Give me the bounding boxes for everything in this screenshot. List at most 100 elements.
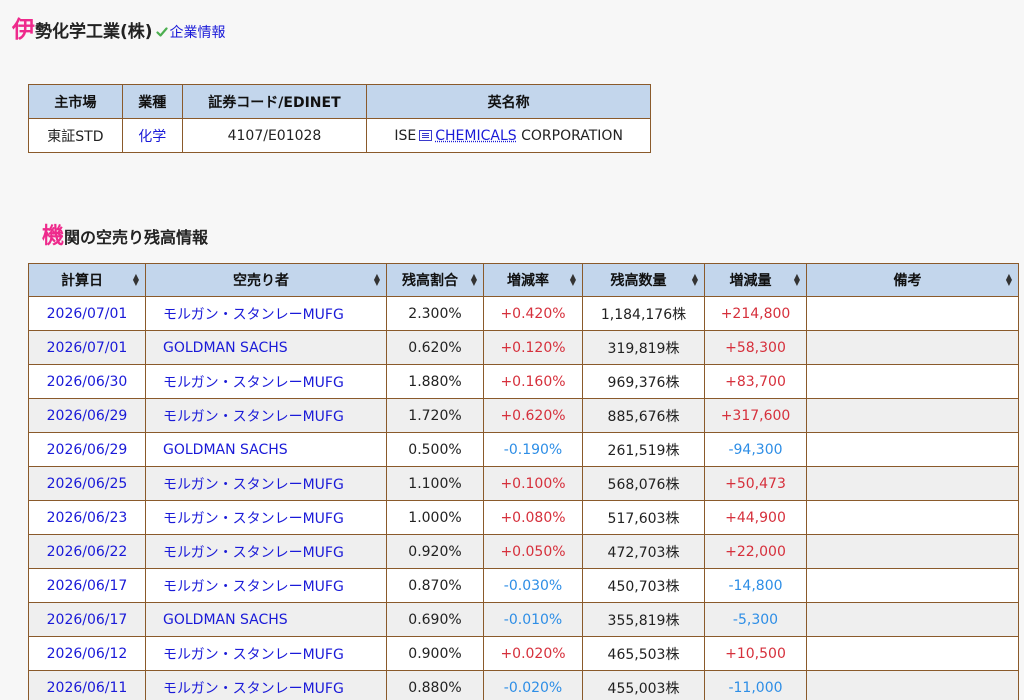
rate-cell: +0.160% — [483, 364, 583, 399]
market-value: 東証STD — [28, 118, 123, 153]
seller-cell[interactable]: GOLDMAN SACHS — [145, 602, 387, 637]
note-cell — [806, 296, 1019, 331]
calc-date-cell[interactable]: 2026/06/25 — [28, 466, 146, 501]
ratio-cell: 0.690% — [386, 602, 484, 637]
note-cell — [806, 500, 1019, 535]
ratio-cell: 1.000% — [386, 500, 484, 535]
header-note[interactable]: 備考 ▲ ▼ — [806, 263, 1019, 297]
code-value: 4107/E01028 — [181, 118, 368, 153]
change-cell: -5,300 — [704, 602, 807, 637]
quantity-cell: 517,603株 — [582, 500, 705, 535]
english-name-link[interactable]: CHEMICALS — [435, 128, 516, 144]
calc-date-cell[interactable]: 2026/06/17 — [28, 568, 146, 603]
table-row: 2026/06/25 モルガン・スタンレーMUFG 1.100% +0.100% 568… — [28, 466, 1019, 501]
sort-icon[interactable]: ▲ ▼ — [374, 273, 380, 287]
ratio-cell: 0.900% — [386, 636, 484, 671]
rate-cell: -0.190% — [483, 432, 583, 467]
rate-cell: +0.080% — [483, 500, 583, 535]
calc-date-cell[interactable]: 2026/06/11 — [28, 670, 146, 700]
rate-cell: +0.120% — [483, 330, 583, 365]
note-cell — [806, 568, 1019, 603]
sort-icon[interactable]: ▲ ▼ — [794, 273, 800, 287]
ratio-cell: 0.870% — [386, 568, 484, 603]
header-rate[interactable]: 増減率 ▲ ▼ — [483, 263, 583, 297]
main-table-body: 2026/07/01 モルガン・スタンレーMUFG 2.300% +0.420% 1,1… — [28, 296, 1019, 700]
rate-cell: +0.100% — [483, 466, 583, 501]
sort-icon[interactable]: ▲ ▼ — [471, 273, 477, 287]
header-market: 主市場 — [28, 84, 123, 119]
book-icon[interactable] — [419, 129, 433, 141]
company-info-link[interactable]: 企業情報 — [170, 22, 226, 42]
english-name-cell: ISE CHEMICALS CORPORATION — [366, 118, 651, 153]
calc-date-cell[interactable]: 2026/06/17 — [28, 602, 146, 637]
change-cell: -14,800 — [704, 568, 807, 603]
change-cell: +83,700 — [704, 364, 807, 399]
seller-cell[interactable]: モルガン・スタンレーMUFG — [145, 568, 387, 603]
change-cell: +44,900 — [704, 500, 807, 535]
info-table-header-row: 主市場 業種 証券コード/EDINET 英名称 — [28, 84, 651, 119]
table-row: 2026/06/12 モルガン・スタンレーMUFG 0.900% +0.020% 465… — [28, 636, 1019, 671]
seller-cell[interactable]: モルガン・スタンレーMUFG — [145, 296, 387, 331]
table-row: 2026/06/17 GOLDMAN SACHS 0.690% -0.010% 355,… — [28, 602, 1019, 637]
sort-icon[interactable]: ▲ ▼ — [570, 273, 576, 287]
quantity-cell: 885,676株 — [582, 398, 705, 433]
company-name: 勢化学工業(株) — [35, 22, 153, 42]
table-row: 2026/06/30 モルガン・スタンレーMUFG 1.880% +0.160% 969… — [28, 364, 1019, 399]
note-cell — [806, 602, 1019, 637]
calc-date-cell[interactable]: 2026/06/23 — [28, 500, 146, 535]
header-ratio[interactable]: 残高割合 ▲ ▼ — [386, 263, 484, 297]
industry-cell: 化学 — [121, 118, 183, 153]
ratio-cell: 1.880% — [386, 364, 484, 399]
header-seller[interactable]: 空売り者 ▲ ▼ — [145, 263, 387, 297]
note-cell — [806, 466, 1019, 501]
calc-date-cell[interactable]: 2026/06/29 — [28, 398, 146, 433]
calc-date-cell[interactable]: 2026/07/01 — [28, 296, 146, 331]
header-quantity[interactable]: 残高数量 ▲ ▼ — [582, 263, 705, 297]
header-code: 証券コード/EDINET — [181, 84, 368, 119]
rate-cell: +0.420% — [483, 296, 583, 331]
table-row: 2026/06/11 モルガン・スタンレーMUFG 0.880% -0.020% 455… — [28, 670, 1019, 700]
seller-cell[interactable]: GOLDMAN SACHS — [145, 432, 387, 467]
short-selling-table: 計算日 ▲ ▼ 空売り者 ▲ ▼ 残高割合 ▲ ▼ 増減率 ▲ ▼ 残高数量 ▲ ▼ 増減量 ▲ ▼ 備… — [28, 263, 1019, 700]
note-cell — [806, 398, 1019, 433]
calc-date-cell[interactable]: 2026/06/12 — [28, 636, 146, 671]
header-calc-date[interactable]: 計算日 ▲ ▼ — [28, 263, 146, 297]
change-cell: +10,500 — [704, 636, 807, 671]
quantity-cell: 355,819株 — [582, 602, 705, 637]
ratio-cell: 0.880% — [386, 670, 484, 700]
change-cell: -11,000 — [704, 670, 807, 700]
seller-cell[interactable]: モルガン・スタンレーMUFG — [145, 500, 387, 535]
calc-date-cell[interactable]: 2026/06/29 — [28, 432, 146, 467]
change-cell: +22,000 — [704, 534, 807, 569]
calc-date-cell[interactable]: 2026/06/30 — [28, 364, 146, 399]
quantity-cell: 319,819株 — [582, 330, 705, 365]
table-row: 2026/06/22 モルガン・スタンレーMUFG 0.920% +0.050% 472… — [28, 534, 1019, 569]
seller-cell[interactable]: モルガン・スタンレーMUFG — [145, 398, 387, 433]
english-name-suffix: CORPORATION — [521, 127, 623, 144]
header-english-name: 英名称 — [366, 84, 651, 119]
industry-link[interactable]: 化学 — [138, 129, 166, 145]
seller-cell[interactable]: モルガン・スタンレーMUFG — [145, 670, 387, 700]
section-title-text: 関の空売り残高情報 — [64, 228, 209, 247]
seller-cell[interactable]: モルガン・スタンレーMUFG — [145, 636, 387, 671]
ratio-cell: 1.720% — [386, 398, 484, 433]
seller-cell[interactable]: モルガン・スタンレーMUFG — [145, 534, 387, 569]
quantity-cell: 261,519株 — [582, 432, 705, 467]
quantity-cell: 472,703株 — [582, 534, 705, 569]
sort-icon[interactable]: ▲ ▼ — [1006, 273, 1012, 287]
check-icon — [155, 23, 168, 37]
note-cell — [806, 534, 1019, 569]
seller-cell[interactable]: GOLDMAN SACHS — [145, 330, 387, 365]
sort-icon[interactable]: ▲ ▼ — [692, 273, 698, 287]
calc-date-cell[interactable]: 2026/07/01 — [28, 330, 146, 365]
seller-cell[interactable]: モルガン・スタンレーMUFG — [145, 364, 387, 399]
ratio-cell: 2.300% — [386, 296, 484, 331]
header-change[interactable]: 増減量 ▲ ▼ — [704, 263, 807, 297]
header-industry: 業種 — [121, 84, 183, 119]
sort-icon[interactable]: ▲ ▼ — [133, 273, 139, 287]
quantity-cell: 465,503株 — [582, 636, 705, 671]
calc-date-cell[interactable]: 2026/06/22 — [28, 534, 146, 569]
note-cell — [806, 636, 1019, 671]
info-table-row: 東証STD 化学 4107/E01028 ISE CHEMICALS CORPOR… — [28, 118, 651, 153]
seller-cell[interactable]: モルガン・スタンレーMUFG — [145, 466, 387, 501]
